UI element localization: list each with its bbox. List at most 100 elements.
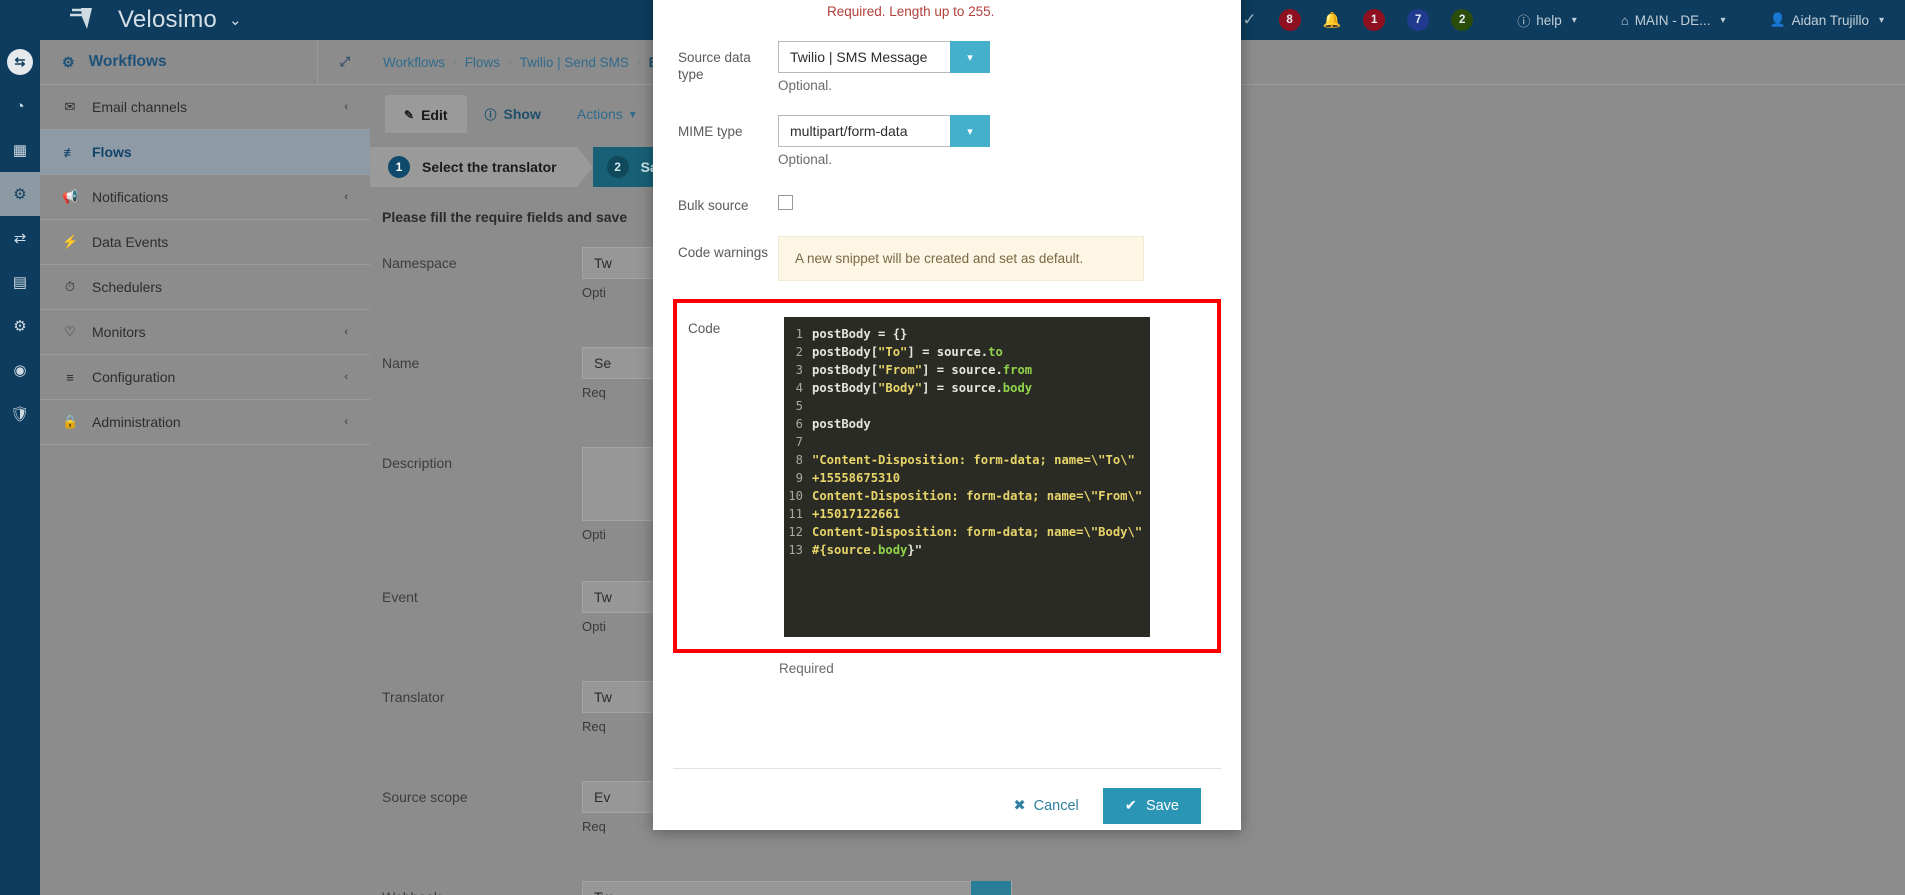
sidebar-item-flows[interactable]: ≢ Flows: [40, 130, 370, 175]
sidebar-item-administration[interactable]: 🔒 Administration ‹: [40, 400, 370, 445]
select-value[interactable]: multipart/form-data: [778, 115, 950, 147]
user-icon: 👤: [1769, 12, 1786, 27]
dropdown-toggle-icon[interactable]: [971, 881, 1011, 895]
code-line-content: postBody = {}: [812, 327, 908, 341]
bell-icon[interactable]: 🔔: [1323, 11, 1342, 29]
cancel-button[interactable]: ✖ Cancel: [1007, 797, 1084, 815]
tab-show[interactable]: ⓘ Show: [467, 95, 559, 133]
breadcrumb-separator-icon: ›: [453, 56, 457, 68]
user-menu[interactable]: 👤 Aidan Trujillo ▾: [1769, 12, 1884, 28]
tab-label: Edit: [421, 106, 448, 123]
field-label: Code warnings: [678, 245, 769, 260]
code-warning-message: A new snippet will be created and set as…: [778, 236, 1144, 281]
exchange-icon: ⇆: [7, 49, 33, 75]
info-badge[interactable]: 7: [1407, 9, 1430, 31]
save-button[interactable]: ✔ Save: [1102, 787, 1201, 824]
rail-item-integrations[interactable]: ⇄: [0, 216, 40, 260]
sidebar-item-notifications[interactable]: 📢 Notifications ‹: [40, 175, 370, 220]
code-line-number: 7: [795, 435, 803, 449]
success-badge[interactable]: 2: [1451, 9, 1474, 31]
collapse-icon[interactable]: ⤢: [316, 39, 350, 85]
lock-icon: 🔒: [62, 414, 79, 429]
tab-edit[interactable]: ✎ Edit: [385, 95, 467, 133]
code-line-number: 10: [788, 489, 803, 503]
alerts-badge[interactable]: 1: [1363, 9, 1386, 31]
brand-name[interactable]: Velosimo: [118, 6, 217, 34]
source-data-type-select[interactable]: Twilio | SMS Message ▾: [778, 41, 990, 73]
code-line-number: 11: [788, 507, 803, 521]
breadcrumb-item-flows[interactable]: Flows: [465, 55, 500, 70]
sidebar-item-schedulers[interactable]: ⏱ Schedulers: [40, 265, 370, 310]
sidebar-header: ⚙ Workflows ⤢: [40, 39, 370, 85]
code-line: 4 postBody["Body"] = source.body: [784, 379, 1150, 397]
rail-item-dashboard[interactable]: ◔: [0, 84, 40, 128]
rail-item-exchange[interactable]: ⇆: [0, 40, 40, 84]
envelope-icon: ✉: [64, 99, 76, 114]
chevron-down-icon: ▾: [1878, 14, 1884, 26]
code-line-number: 3: [795, 363, 803, 377]
sidebar-item-data-events[interactable]: ⚡ Data Events: [40, 220, 370, 265]
brand-dropdown-caret-icon[interactable]: ⌄: [229, 11, 242, 29]
chevron-right-icon: ‹: [344, 101, 348, 113]
help-menu[interactable]: ⓘ help ▾: [1517, 11, 1577, 30]
question-circle-icon: ⓘ: [1517, 13, 1531, 29]
check-icon: ✔: [1124, 797, 1137, 814]
field-label: Namespace: [382, 255, 457, 271]
field-code-warnings: Code warnings A new snippet will be crea…: [673, 236, 1221, 281]
check-icon[interactable]: ✓: [1242, 10, 1256, 30]
edit-translator-modal: Required. Length up to 255. Source data …: [653, 0, 1241, 830]
box-icon: ▦: [12, 142, 28, 159]
code-line-content: Content-Disposition: form-data; name=\"F…: [812, 489, 1143, 503]
breadcrumb-item-workflows[interactable]: Workflows: [383, 55, 445, 70]
code-editor-filler[interactable]: [784, 567, 1150, 637]
tasks-badge[interactable]: 8: [1278, 9, 1301, 31]
field-label: MIME type: [678, 124, 743, 139]
form-row-webhook: Webhook Tw Required: [370, 881, 1905, 895]
step-label: Select the translator: [422, 159, 557, 175]
select-value[interactable]: Twilio | SMS Message: [778, 41, 950, 73]
sliders-icon: ≡: [66, 369, 74, 385]
code-line-number: 6: [795, 417, 803, 431]
tab-actions[interactable]: Actions ▾: [559, 95, 654, 133]
field-bulk-source: Bulk source: [673, 189, 1221, 214]
sidebar-item-label: Flows: [92, 144, 132, 160]
rail-item-plugins[interactable]: ◉: [0, 348, 40, 392]
tab-label: Actions: [576, 106, 623, 122]
rail-item-storage[interactable]: ▤: [0, 260, 40, 304]
webhook-input[interactable]: Tw: [582, 881, 1012, 895]
field-label: Event: [382, 589, 418, 605]
caret-down-icon[interactable]: ▾: [950, 115, 990, 147]
sidebar-item-email-channels[interactable]: ✉ Email channels ‹: [40, 85, 370, 130]
gear-icon: ⚙: [13, 318, 27, 335]
velosimo-logo-icon[interactable]: [70, 5, 104, 35]
sidebar-header-label: Workflows: [88, 53, 167, 70]
breadcrumb-separator-icon: ›: [507, 56, 512, 68]
heartbeat-icon: ♡: [64, 324, 76, 339]
field-mime-type: MIME type multipart/form-data ▾ Optional…: [673, 115, 1221, 167]
help-label: help: [1536, 12, 1562, 28]
field-value: Ev: [594, 789, 611, 805]
code-line: 12 Content-Disposition: form-data; name=\…: [784, 523, 1150, 541]
mime-type-select[interactable]: multipart/form-data ▾: [778, 115, 990, 147]
code-line: 2 postBody["To"] = source.to: [784, 343, 1150, 361]
save-label: Save: [1145, 797, 1179, 814]
rail-item-security[interactable]: 🛡: [0, 392, 40, 436]
rail-item-workflows[interactable]: ⚙: [0, 172, 40, 216]
sidebar-item-monitors[interactable]: ♡ Monitors ‹: [40, 310, 370, 355]
wizard-step-1[interactable]: 1 Select the translator: [370, 147, 577, 187]
bulk-source-checkbox[interactable]: [778, 195, 793, 210]
code-field-help: Required: [779, 661, 834, 676]
rail-item-packages[interactable]: ▦: [0, 128, 40, 172]
code-editor[interactable]: 1 postBody = {} 2 postBody["To"] = source.t…: [784, 317, 1150, 567]
sidebar-item-configuration[interactable]: ≡ Configuration ‹: [40, 355, 370, 400]
rail-item-settings[interactable]: ⚙: [0, 304, 40, 348]
code-line: 7: [784, 433, 1150, 451]
code-line-content: postBody["Body"] = source.body: [812, 381, 1033, 395]
code-line-content: #{source.body}": [812, 543, 923, 557]
code-line-number: 5: [795, 399, 803, 413]
sidebar-item-label: Data Events: [92, 234, 169, 250]
breadcrumb-item-twilio-send-sms[interactable]: Twilio | Send SMS: [520, 55, 629, 70]
tenant-menu[interactable]: ⌂ MAIN - DE... ▾: [1621, 13, 1726, 28]
chevron-right-icon: ‹: [344, 326, 348, 338]
caret-down-icon[interactable]: ▾: [950, 41, 990, 73]
